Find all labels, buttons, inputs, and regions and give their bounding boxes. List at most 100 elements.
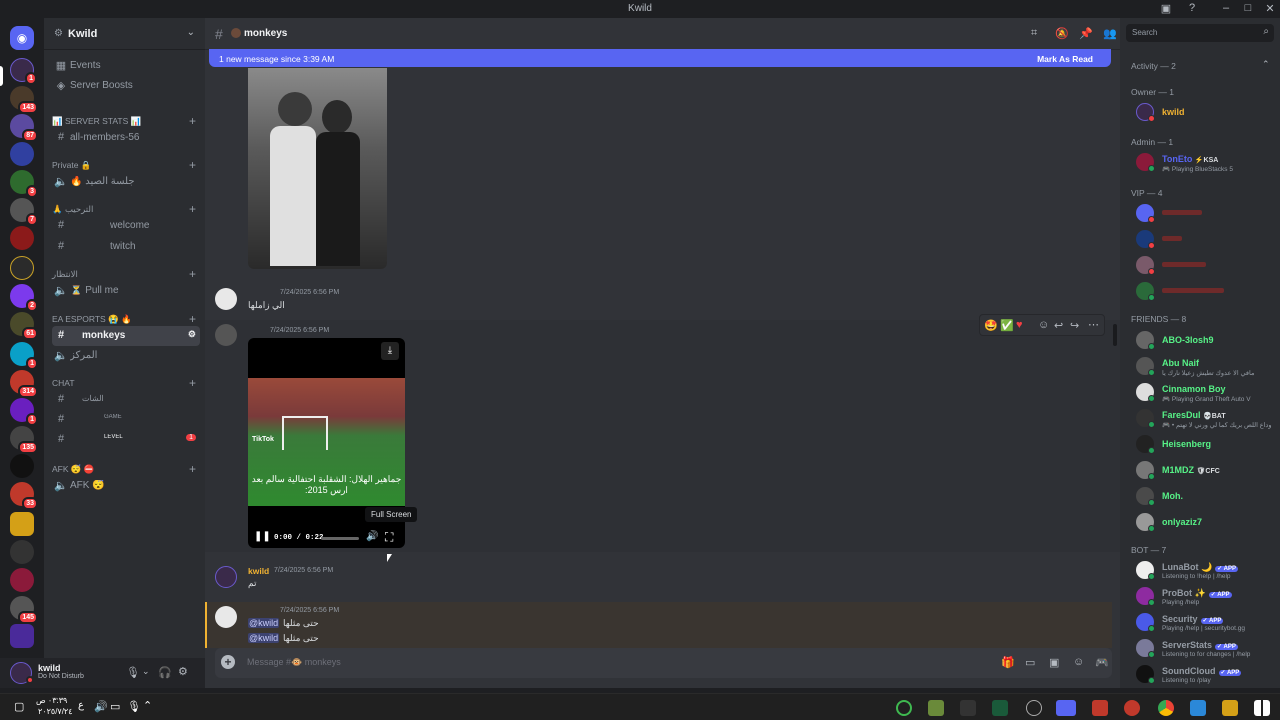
taskbar-app-icon[interactable] (992, 700, 1008, 716)
member-item[interactable]: Moh. (1130, 484, 1275, 508)
microphone-icon[interactable]: 🎙 (127, 700, 141, 713)
member-item[interactable]: TonEto ⚡KSA 🎮 Playing BlueStacks 5 (1130, 150, 1275, 174)
guild-icon[interactable] (10, 512, 34, 536)
category-chat[interactable]: CHAT + (52, 376, 200, 390)
category-afk[interactable]: AFK 😴 ⛔ + (52, 462, 200, 476)
chevron-down-icon[interactable]: ⌄ (187, 27, 195, 38)
download-icon[interactable]: ⤓ (381, 342, 399, 360)
member-item[interactable]: FaresDul 💀BAT 🎮 • وداع اللص بريك كما لي و… (1130, 406, 1275, 430)
guild-icon[interactable] (10, 142, 34, 166)
user-settings-icon[interactable]: ⚙ (178, 665, 188, 678)
chevron-up-icon[interactable]: ⌃ (143, 699, 152, 712)
notification-bell-icon[interactable]: 🔕 (1055, 27, 1069, 40)
video-progress[interactable] (321, 537, 359, 540)
emoji-icon[interactable]: ☺ (1073, 656, 1084, 668)
help-icon[interactable]: ? (1178, 2, 1206, 14)
member-item[interactable]: Cinnamon Boy 🎮 Playing Grand Theft Auto V (1130, 380, 1275, 404)
guild-icon[interactable]: 33 (10, 482, 38, 510)
gif-icon[interactable]: ▭ (1025, 656, 1035, 669)
message-input[interactable]: Message #🐵 monkeys (247, 657, 341, 668)
server-header[interactable]: ⚙ Kwild ⌄ (44, 18, 205, 50)
emoji-reaction-icon[interactable]: 🤩 (984, 319, 998, 332)
windows-start-icon[interactable] (1254, 700, 1270, 716)
guild-icon[interactable]: 61 (10, 312, 38, 340)
guild-icon[interactable]: 2 (10, 284, 38, 312)
server-boosts-link[interactable]: ◈ Server Boosts (52, 76, 200, 96)
threads-icon[interactable]: ⌗ (1031, 27, 1037, 40)
member-item[interactable]: ProBot ✨ ✓ APP Playing /help (1130, 584, 1275, 608)
member-item[interactable]: LunaBot 🌙 ✓ APP Listening to !help | /help (1130, 558, 1275, 582)
channel-private-voice[interactable]: 🔈 🔥 جلسة الصيد (52, 172, 200, 192)
avatar[interactable] (215, 324, 237, 346)
guild-icon[interactable]: 87 (10, 114, 38, 142)
member-item[interactable]: ABO-3losh9 (1130, 328, 1275, 352)
channel-welcome[interactable]: # welcome (52, 216, 200, 236)
heart-reaction-icon[interactable]: ♥ (1016, 319, 1023, 331)
activity-header[interactable]: Activity — 2 (1131, 61, 1176, 71)
chrome-icon[interactable] (1158, 700, 1174, 716)
user-mention[interactable]: @kwild (248, 633, 280, 643)
taskbar-app-icon[interactable] (960, 700, 976, 716)
headphones-icon[interactable]: 🎧 (158, 666, 172, 679)
guild-icon[interactable]: 145 (10, 596, 38, 624)
channel-twitch[interactable]: # twitch (52, 237, 200, 257)
member-item[interactable]: onlyaziz7 (1130, 510, 1275, 534)
image-attachment[interactable] (248, 68, 387, 269)
channel-all-members[interactable]: # all-members-56 (52, 128, 200, 148)
reply-icon[interactable]: ↩ (1054, 319, 1063, 332)
check-reaction-icon[interactable]: ✅ (1000, 319, 1014, 332)
sticker-icon[interactable]: ▣ (1049, 656, 1059, 669)
member-item[interactable]: Heisenberg (1130, 432, 1275, 456)
apps-icon[interactable]: 🎮 (1095, 656, 1109, 669)
discord-home-icon[interactable]: ◉ (10, 26, 34, 50)
category-welcome[interactable]: 🙏 الترحيب + (52, 202, 200, 216)
member-item[interactable]: M1MDZ 🛡CFC (1130, 458, 1275, 482)
close-button[interactable]: ✕ (1256, 2, 1280, 15)
taskbar-app-icon[interactable] (1026, 700, 1042, 716)
guild-icon[interactable]: 1 (10, 398, 38, 426)
member-item[interactable] (1130, 253, 1275, 277)
channel-center[interactable]: 🔈 المركز (52, 346, 200, 366)
member-item[interactable]: ServerStats ✓ APP Listening to for changes… (1130, 636, 1275, 660)
taskbar-app-icon[interactable] (1190, 700, 1206, 716)
microphone-icon[interactable]: 🎙 (126, 666, 140, 679)
chat-scrollbar[interactable] (1113, 324, 1117, 346)
inbox-icon[interactable]: ▣ (1152, 2, 1180, 15)
new-messages-banner[interactable]: 1 new message since 3:39 AM Mark As Read (209, 49, 1111, 67)
taskbar-app-icon[interactable] (1124, 700, 1140, 716)
mark-as-read-button[interactable]: Mark As Read (1037, 54, 1093, 64)
taskbar-app-icon[interactable] (1092, 700, 1108, 716)
avatar[interactable] (215, 606, 237, 628)
channel-monkeys[interactable]: # monkeys ⚙ (52, 326, 200, 346)
network-icon[interactable]: ▭ (110, 700, 120, 713)
member-item[interactable] (1130, 201, 1275, 225)
fullscreen-icon[interactable]: ⛶ (385, 530, 393, 545)
notification-icon[interactable]: ▢ (14, 700, 24, 713)
user-mention[interactable]: @kwild (248, 618, 280, 628)
more-icon[interactable]: ⋯ (1088, 318, 1099, 331)
channel-game[interactable]: # GAME (52, 410, 200, 430)
pin-icon[interactable]: 📌 (1079, 27, 1093, 40)
guild-icon[interactable] (10, 624, 34, 648)
add-reaction-icon[interactable]: ☺ (1038, 319, 1049, 331)
taskbar-discord-icon[interactable] (1056, 700, 1076, 716)
chevron-up-icon[interactable]: ⌃ (1262, 59, 1270, 70)
member-item[interactable]: Security ✓ APP Playing /help | securitybot… (1130, 610, 1275, 634)
upload-plus-icon[interactable]: + (221, 655, 235, 669)
channel-level[interactable]: # LEVEL 1 (52, 430, 200, 450)
avatar[interactable] (215, 288, 237, 310)
guild-icon[interactable]: 3 (10, 170, 38, 198)
file-explorer-icon[interactable] (1222, 700, 1238, 716)
member-item[interactable]: SoundCloud ✓ APP Listening to /play (1130, 662, 1275, 686)
guild-icon[interactable] (10, 256, 34, 280)
volume-icon[interactable]: 🔊 (366, 531, 378, 542)
forward-icon[interactable]: ↪ (1070, 319, 1079, 332)
channel-chat[interactable]: # الشات (52, 390, 200, 410)
member-list-icon[interactable]: 👥 (1103, 27, 1117, 40)
member-item[interactable] (1130, 279, 1275, 303)
guild-icon[interactable]: 314 (10, 370, 38, 398)
chevron-down-icon[interactable]: ⌄ (142, 666, 150, 677)
member-item[interactable] (1130, 227, 1275, 251)
guild-icon[interactable] (10, 454, 34, 478)
category-ea-esports[interactable]: EA ESPORTS 😭 🔥 + (52, 312, 200, 326)
